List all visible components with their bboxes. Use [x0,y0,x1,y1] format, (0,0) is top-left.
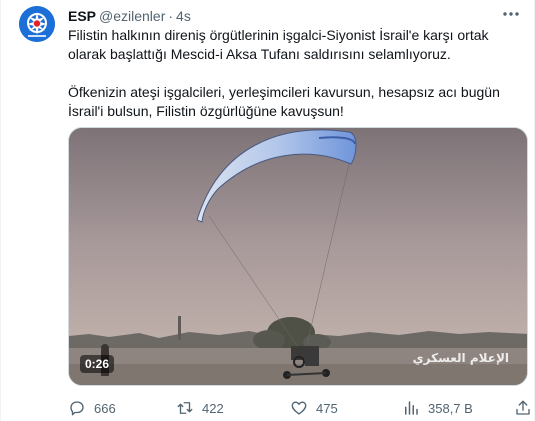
avatar[interactable] [19,6,55,42]
tweet[interactable]: ESP @ezilenler · 4s Filistin halkının diren… [0,0,535,421]
tweet-paragraph: Filistin halkının direniş örgütlerinin i… [68,27,489,62]
tweet-header: ESP @ezilenler · 4s [68,7,191,25]
heart-icon [291,401,307,415]
views-button[interactable]: 358,7 B [402,398,473,418]
reply-button[interactable]: 666 [68,398,116,418]
reply-count: 666 [94,400,116,416]
retweet-count: 422 [202,400,224,416]
more-icon [503,12,519,16]
esp-logo-icon [19,6,55,42]
video-frame [69,128,527,385]
author-handle[interactable]: @ezilenler [99,8,165,24]
reply-icon [70,401,84,416]
tweet-paragraph: Öfkenizin ateşi işgalcileri, yerleşimcil… [68,84,500,119]
retweet-icon [177,402,193,414]
timestamp[interactable]: 4s [176,8,191,24]
video-player[interactable]: 0:26 الإعلام العسكري [68,127,528,386]
like-count: 475 [316,400,338,416]
tweet-actions: 666 422 475 358,7 B [68,398,530,418]
view-count: 358,7 B [428,400,473,416]
share-icon [516,400,530,415]
video-watermark: الإعلام العسكري [412,351,509,365]
like-button[interactable]: 475 [290,398,338,418]
share-button[interactable] [514,398,535,418]
author-name[interactable]: ESP [68,8,96,24]
video-duration: 0:26 [80,355,115,373]
more-button[interactable] [500,5,522,23]
tweet-text: Filistin halkının direniş örgütlerinin i… [68,26,526,121]
retweet-button[interactable]: 422 [176,398,224,418]
views-icon [405,401,418,415]
separator-dot: · [168,8,174,24]
